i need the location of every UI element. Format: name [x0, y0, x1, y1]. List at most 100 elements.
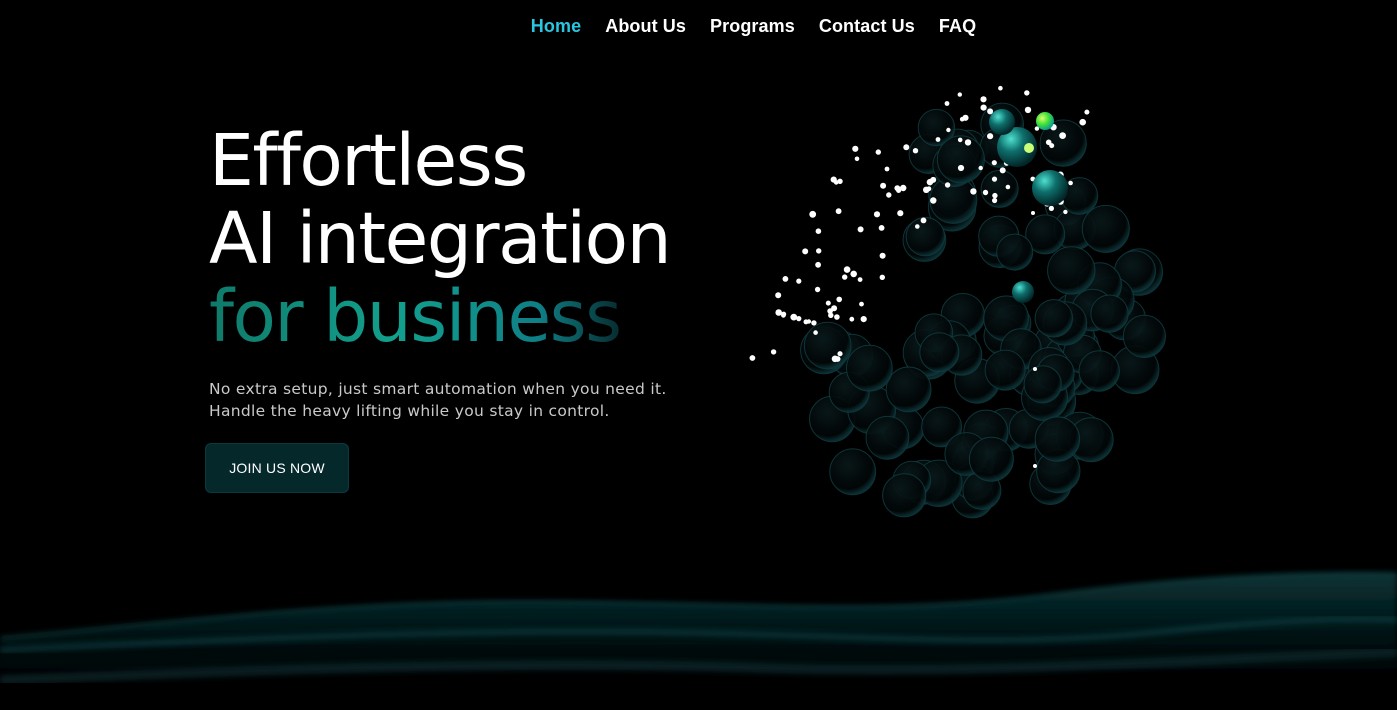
white-dot	[962, 114, 969, 121]
white-dot	[1048, 205, 1054, 211]
white-dot	[1024, 106, 1032, 114]
white-dot	[836, 296, 842, 303]
bubble	[829, 448, 877, 496]
bubble	[996, 233, 1034, 271]
white-dot	[859, 301, 864, 307]
white-dot	[857, 277, 863, 282]
nav-contact-link[interactable]: Contact Us	[819, 16, 915, 36]
bubble	[1122, 314, 1166, 358]
white-dot	[843, 266, 851, 273]
nav-programs-link[interactable]: Programs	[710, 16, 795, 36]
white-dot	[978, 165, 983, 171]
white-dot	[964, 139, 972, 146]
white-dot	[912, 148, 919, 154]
white-dot	[849, 316, 855, 322]
white-dot	[1031, 211, 1035, 215]
white-dot	[790, 313, 798, 321]
white-dot	[811, 320, 817, 326]
white-dot	[802, 248, 809, 255]
teal-orb-4	[1012, 281, 1034, 303]
white-dot	[873, 211, 881, 218]
white-dot	[1084, 109, 1090, 115]
white-dot	[809, 210, 817, 218]
white-dot	[884, 166, 890, 172]
white-dot	[926, 186, 932, 192]
white-dot	[880, 182, 887, 189]
white-dot	[957, 164, 965, 172]
white-dot	[813, 330, 818, 335]
white-dot	[930, 197, 937, 204]
white-dot	[900, 184, 907, 192]
white-dot	[894, 185, 901, 191]
nav-about-link[interactable]: About Us	[605, 16, 686, 36]
white-dot	[957, 137, 963, 143]
white-dot	[991, 160, 997, 166]
white-dot	[982, 189, 989, 196]
white-dot	[1068, 180, 1073, 186]
bubble	[984, 349, 1026, 391]
white-dot	[987, 133, 994, 140]
headline-line-2: AI integration	[209, 197, 672, 280]
white-dot	[860, 316, 867, 323]
hero-headline: Effortless AI integration for business	[209, 119, 672, 358]
white-dot	[970, 188, 977, 195]
small-green-orb	[1024, 143, 1034, 153]
white-dot	[815, 261, 821, 268]
white-dot	[782, 276, 789, 282]
top-navigation: Home About Us Programs Contact Us FAQ	[0, 16, 1397, 37]
teal-orb-3	[1032, 170, 1068, 206]
white-dot	[831, 305, 838, 312]
white-dot	[886, 192, 892, 198]
join-us-now-button[interactable]: JOIN US NOW	[205, 443, 349, 493]
bubble	[1034, 299, 1073, 338]
particle-sphere-illustration	[749, 85, 1166, 519]
white-dot	[831, 355, 839, 363]
teal-orb-2	[989, 109, 1015, 135]
white-dot	[1059, 132, 1066, 139]
white-dot	[915, 224, 920, 229]
bubble	[1034, 416, 1081, 462]
subtitle-line-2: Handle the heavy lifting while you stay …	[209, 402, 610, 420]
white-dot	[842, 274, 848, 280]
headline-line-3-accent: for business	[209, 275, 622, 358]
bubble	[905, 216, 946, 257]
white-dot	[837, 351, 843, 357]
white-dot	[857, 226, 864, 233]
nav-faq-link[interactable]: FAQ	[939, 16, 976, 36]
white-dot	[852, 145, 859, 152]
headline-line-1: Effortless	[209, 119, 528, 202]
landing-page: Home About Us Programs Contact Us FAQ Ef…	[0, 0, 1397, 710]
bubble	[1047, 246, 1096, 295]
white-dot	[944, 182, 951, 188]
white-dot	[814, 286, 821, 293]
nav-list: Home About Us Programs Contact Us FAQ	[531, 16, 976, 37]
white-dot	[980, 96, 987, 103]
white-dot	[834, 314, 840, 320]
white-dot	[1079, 118, 1086, 126]
hero-section: Effortless AI integration for business N…	[209, 119, 672, 422]
white-dot	[825, 300, 831, 306]
white-dot	[837, 178, 843, 184]
white-dot	[944, 101, 950, 106]
bubble	[846, 344, 893, 392]
white-dot	[991, 176, 998, 182]
nav-home-link[interactable]: Home	[531, 16, 581, 36]
bubble	[1023, 365, 1062, 404]
bubble	[1090, 294, 1129, 333]
white-dot	[1005, 184, 1011, 190]
white-dot	[775, 292, 782, 299]
bubble	[865, 415, 910, 460]
bubble	[919, 332, 960, 373]
green-orb	[1036, 112, 1054, 130]
white-dot	[878, 225, 885, 231]
white-dot	[1024, 90, 1030, 96]
white-dot	[946, 127, 951, 133]
white-dot	[1045, 139, 1052, 146]
white-dot	[770, 349, 777, 355]
bubble	[885, 366, 932, 413]
white-dot	[815, 228, 822, 234]
white-dot	[920, 217, 927, 224]
white-dot	[830, 176, 837, 183]
bubble	[980, 169, 1019, 208]
hero-subtitle: No extra setup, just smart automation wh…	[209, 378, 670, 422]
